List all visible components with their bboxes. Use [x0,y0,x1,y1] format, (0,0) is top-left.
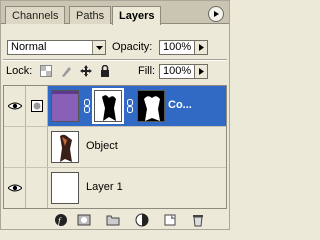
fill-value: 100% [163,65,192,77]
layer-name: Co... [168,99,192,111]
chain-link-icon[interactable] [83,99,91,113]
tab-paths-label: Paths [76,10,105,22]
layer-name: Layer 1 [86,181,123,193]
tab-layers-label: Layers [119,10,155,22]
layer-mask-thumbnail[interactable] [137,90,165,122]
tab-layers[interactable]: Layers [112,6,162,25]
visibility-toggle[interactable] [4,168,26,208]
tab-paths[interactable]: Paths [69,6,112,24]
chain-link-icon[interactable] [126,99,134,113]
tab-channels-label: Channels [12,10,59,22]
lock-label: Lock: [6,65,33,77]
lock-all-padlock-icon[interactable] [99,65,111,77]
layer-row[interactable]: Object [4,127,226,168]
divider [3,59,227,61]
new-group-icon[interactable] [106,213,120,227]
layers-footer-toolbar: f [1,211,229,229]
triangle-right-icon [198,68,204,75]
layer-thumbnail[interactable] [51,172,79,204]
tab-bar: Channels Paths Layers [1,1,229,25]
eye-icon [7,102,22,110]
visibility-toggle[interactable] [4,127,26,167]
layer-link-cell[interactable] [26,168,48,208]
layers-panel: Channels Paths Layers Normal Opacity: 10… [0,0,230,230]
eye-icon [7,184,22,192]
visibility-toggle[interactable] [4,86,26,126]
lock-transparency-icon[interactable] [40,65,52,77]
blend-mode-select[interactable]: Normal [7,40,106,55]
adjustment-layer-icon[interactable] [135,213,149,227]
layer-name: Object [86,140,118,152]
opacity-value: 100% [163,41,192,53]
layer-row[interactable]: Co... [4,86,226,127]
layer-link-cell[interactable] [26,127,48,167]
blend-mode-value: Normal [11,41,47,53]
layer-style-icon[interactable]: f [54,213,68,227]
layer-mask-indicator[interactable] [26,86,48,126]
layer-thumbnail[interactable] [51,131,79,163]
layer-thumbnail[interactable] [51,90,79,122]
panel-menu-button[interactable] [208,6,224,22]
lock-position-move-icon[interactable] [80,65,92,77]
triangle-right-icon [198,44,204,51]
triangle-right-icon [214,11,219,17]
layer-row[interactable]: Layer 1 [4,168,226,208]
new-layer-icon[interactable] [163,213,177,227]
opacity-field[interactable]: 100% [159,40,195,55]
fill-field[interactable]: 100% [159,64,195,79]
layers-list: Co... Object Layer 1 [3,85,227,209]
lock-image-brush-icon[interactable] [60,65,72,77]
trash-icon[interactable] [191,213,205,227]
chevron-down-icon [92,41,105,54]
opacity-label: Opacity: [112,41,153,53]
mask-icon [30,100,43,112]
tab-channels[interactable]: Channels [5,6,66,24]
opacity-slider-button[interactable] [194,40,208,55]
layer-mask-icon[interactable] [77,213,91,227]
fill-label: Fill: [138,65,156,77]
vector-mask-thumbnail[interactable] [92,88,124,124]
fill-slider-button[interactable] [194,64,208,79]
